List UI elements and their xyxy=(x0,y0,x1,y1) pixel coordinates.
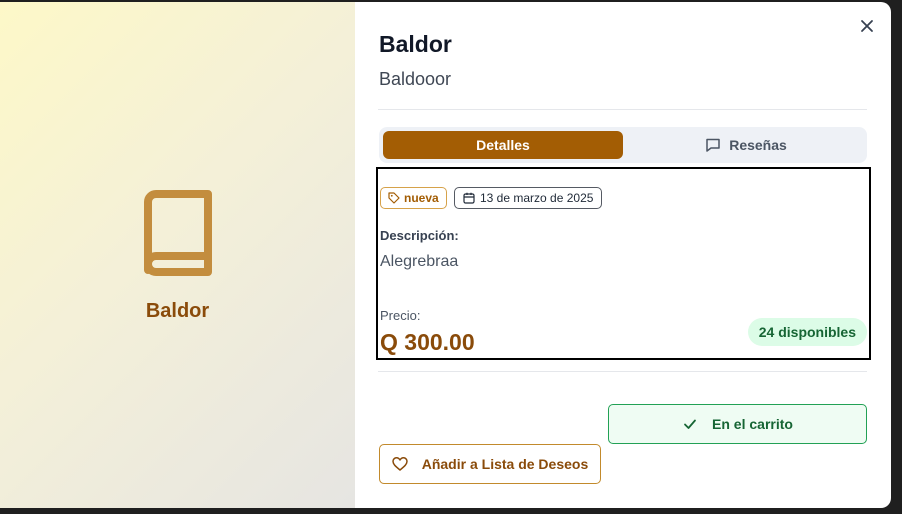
check-icon xyxy=(682,416,698,432)
tab-reviews-label: Reseñas xyxy=(729,137,787,153)
tag-icon xyxy=(388,192,400,204)
description-text: Alegrebraa xyxy=(380,253,459,270)
date-badge: 13 de marzo de 2025 xyxy=(454,187,603,209)
cover-title: Baldor xyxy=(145,300,210,322)
stock-badge: 24 disponibles xyxy=(747,318,867,346)
close-icon xyxy=(857,16,877,36)
footer-divider xyxy=(378,371,867,372)
tab-details[interactable]: Detalles xyxy=(383,131,623,159)
tab-bar: Detalles Reseñas xyxy=(379,127,867,163)
tab-reviews[interactable]: Reseñas xyxy=(629,131,863,159)
product-subtitle: Baldooor xyxy=(379,69,452,89)
tab-details-label: Detalles xyxy=(476,137,530,153)
in-cart-button[interactable]: En el carrito xyxy=(608,404,867,444)
cover-panel: Baldor xyxy=(0,2,355,508)
product-title: Baldor xyxy=(379,31,452,57)
details-content: nueva 13 de marzo de 2025 Descripción: A… xyxy=(376,167,871,360)
condition-badge-label: nueva xyxy=(404,191,439,205)
heart-icon xyxy=(391,456,408,472)
close-button[interactable] xyxy=(857,16,877,36)
condition-badge: nueva xyxy=(380,187,447,209)
product-modal: Baldor Baldor Baldooor Detalles Reseñas … xyxy=(0,2,891,508)
header-divider xyxy=(378,109,867,110)
price-value: Q 300.00 xyxy=(380,329,475,355)
in-cart-label: En el carrito xyxy=(712,416,793,432)
message-square-icon xyxy=(705,137,721,153)
calendar-icon xyxy=(463,192,475,204)
price-label: Precio: xyxy=(380,308,421,323)
description-label: Descripción: xyxy=(380,228,459,243)
date-badge-label: 13 de marzo de 2025 xyxy=(480,191,594,205)
book-icon xyxy=(138,188,214,280)
add-to-wishlist-label: Añadir a Lista de Deseos xyxy=(421,456,589,472)
add-to-wishlist-button[interactable]: Añadir a Lista de Deseos xyxy=(379,444,601,484)
details-panel: Baldor Baldooor Detalles Reseñas nueva 1… xyxy=(355,2,891,508)
